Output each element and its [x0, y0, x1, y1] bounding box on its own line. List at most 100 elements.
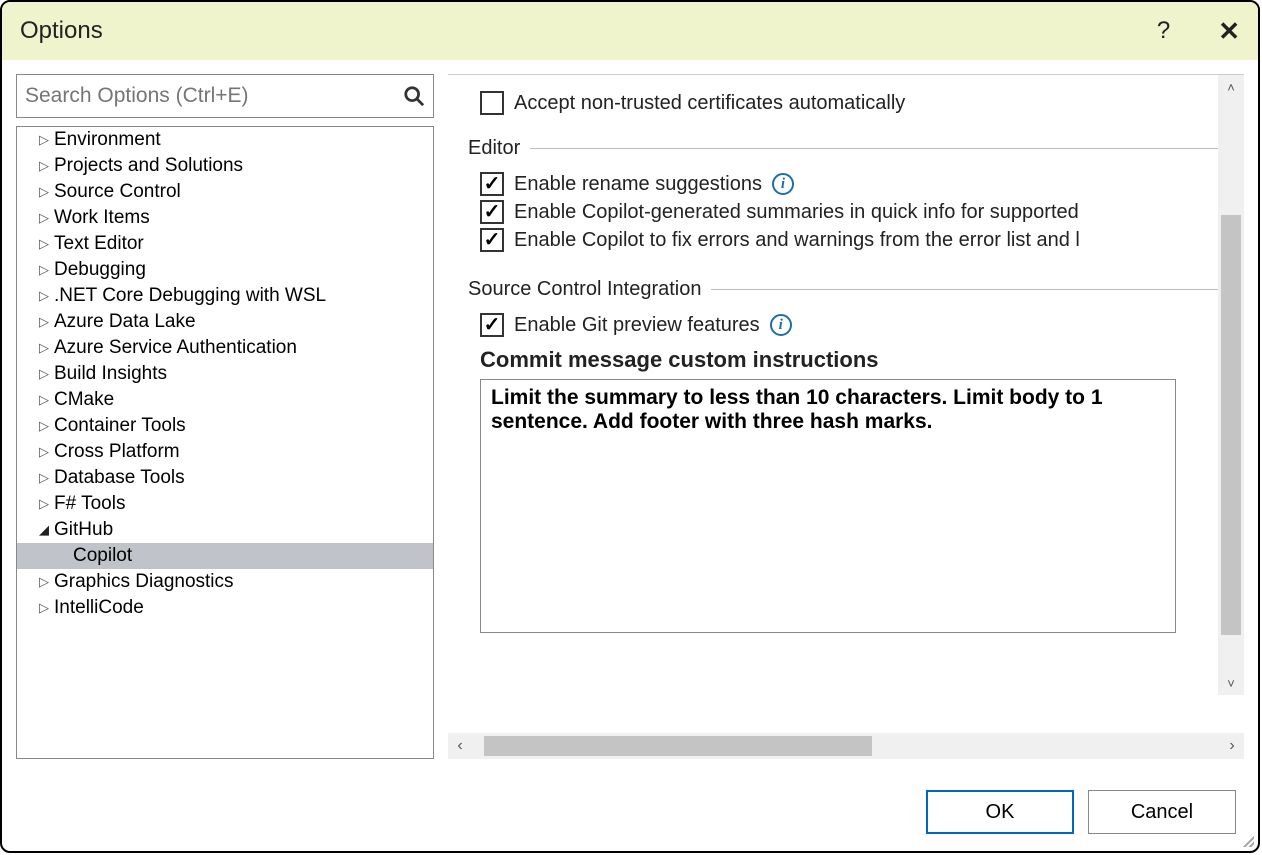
- tree-item-label: GitHub: [54, 519, 113, 541]
- accept-nontrusted-label: Accept non-trusted certificates automati…: [514, 92, 905, 115]
- right-inner: Accept non-trusted certificates automati…: [448, 75, 1244, 729]
- git-preview-label: Enable Git preview features: [514, 314, 760, 337]
- tree-item-label: IntelliCode: [54, 597, 144, 619]
- titlebar: Options ? ✕: [2, 2, 1258, 60]
- cancel-button[interactable]: Cancel: [1088, 790, 1236, 834]
- chevron-right-icon[interactable]: ▷: [39, 314, 50, 330]
- search-icon: [403, 85, 425, 107]
- scroll-right-icon[interactable]: ›: [1220, 733, 1244, 759]
- tree-item-child[interactable]: Copilot: [17, 543, 433, 569]
- chevron-right-icon[interactable]: ▷: [39, 236, 50, 252]
- left-panel: ▷Environment▷Projects and Solutions▷Sour…: [16, 74, 434, 759]
- scroll-down-icon[interactable]: ˅: [1218, 671, 1244, 695]
- commit-instructions-textarea[interactable]: [480, 379, 1176, 633]
- chevron-right-icon[interactable]: ▷: [39, 340, 50, 356]
- tree-item[interactable]: ▷Container Tools: [17, 413, 433, 439]
- ok-button[interactable]: OK: [926, 790, 1074, 834]
- tree-item-label: CMake: [54, 389, 114, 411]
- tree-item-label: Environment: [54, 129, 161, 151]
- chevron-right-icon[interactable]: ▷: [39, 184, 50, 200]
- tree-item[interactable]: ▷IntelliCode: [17, 595, 433, 621]
- tree-item-label: Azure Data Lake: [54, 311, 196, 333]
- chevron-right-icon[interactable]: ▷: [39, 418, 50, 434]
- options-tree[interactable]: ▷Environment▷Projects and Solutions▷Sour…: [16, 126, 434, 759]
- tree-item[interactable]: ▷Azure Data Lake: [17, 309, 433, 335]
- tree-item[interactable]: ◢GitHub: [17, 517, 433, 543]
- source-control-group: Source Control Integration Enable Git pr…: [468, 278, 1224, 639]
- right-panel: Accept non-trusted certificates automati…: [448, 74, 1244, 759]
- tree-item-label: F# Tools: [54, 493, 125, 515]
- chevron-right-icon[interactable]: ▷: [39, 574, 50, 590]
- tree-item[interactable]: ▷Projects and Solutions: [17, 153, 433, 179]
- editor-group: Editor Enable rename suggestions i Enabl…: [468, 137, 1224, 256]
- chevron-right-icon[interactable]: ▷: [39, 392, 50, 408]
- git-preview-row[interactable]: Enable Git preview features i: [468, 313, 1224, 337]
- chevron-down-icon[interactable]: ◢: [39, 522, 50, 538]
- fixerrors-checkbox[interactable]: [480, 228, 504, 252]
- tree-item[interactable]: ▷Source Control: [17, 179, 433, 205]
- tree-item[interactable]: ▷CMake: [17, 387, 433, 413]
- chevron-right-icon[interactable]: ▷: [39, 600, 50, 616]
- tree-item-label: Projects and Solutions: [54, 155, 243, 177]
- chevron-right-icon[interactable]: ▷: [39, 496, 50, 512]
- fixerrors-row[interactable]: Enable Copilot to fix errors and warning…: [468, 228, 1224, 252]
- chevron-right-icon[interactable]: ▷: [39, 444, 50, 460]
- chevron-right-icon[interactable]: ▷: [39, 366, 50, 382]
- horizontal-scrollbar[interactable]: ‹ ›: [448, 733, 1244, 759]
- chevron-right-icon[interactable]: ▷: [39, 470, 50, 486]
- tree-item-label: Container Tools: [54, 415, 186, 437]
- search-input[interactable]: [25, 84, 403, 108]
- resize-grip[interactable]: [1240, 833, 1254, 847]
- scroll-thumb[interactable]: [1221, 215, 1241, 635]
- summaries-label: Enable Copilot-generated summaries in qu…: [514, 201, 1079, 224]
- chevron-right-icon[interactable]: ▷: [39, 210, 50, 226]
- tree-item[interactable]: ▷F# Tools: [17, 491, 433, 517]
- accept-nontrusted-checkbox[interactable]: [480, 91, 504, 115]
- tree-item[interactable]: ▷Build Insights: [17, 361, 433, 387]
- tree-item[interactable]: ▷Cross Platform: [17, 439, 433, 465]
- right-content: Accept non-trusted certificates automati…: [448, 74, 1244, 729]
- tree-item[interactable]: ▷.NET Core Debugging with WSL: [17, 283, 433, 309]
- tree-item[interactable]: ▷Debugging: [17, 257, 433, 283]
- info-icon[interactable]: i: [770, 314, 792, 336]
- tree-item[interactable]: ▷Text Editor: [17, 231, 433, 257]
- summaries-row[interactable]: Enable Copilot-generated summaries in qu…: [468, 200, 1224, 224]
- vertical-scrollbar[interactable]: ˄ ˅: [1218, 75, 1244, 695]
- options-dialog: Options ? ✕ ▷Environment▷Projects and So…: [0, 0, 1260, 853]
- rename-row[interactable]: Enable rename suggestions i: [468, 172, 1224, 196]
- chevron-right-icon[interactable]: ▷: [39, 288, 50, 304]
- git-preview-checkbox[interactable]: [480, 313, 504, 337]
- rename-label: Enable rename suggestions: [514, 173, 762, 196]
- dialog-title: Options: [20, 17, 103, 45]
- editor-legend: Editor: [468, 137, 530, 160]
- chevron-right-icon[interactable]: ▷: [39, 262, 50, 278]
- tree-item-label: Work Items: [54, 207, 150, 229]
- tree-item[interactable]: ▷Database Tools: [17, 465, 433, 491]
- rename-checkbox[interactable]: [480, 172, 504, 196]
- tree-item-label: Azure Service Authentication: [54, 337, 297, 359]
- tree-item[interactable]: ▷Work Items: [17, 205, 433, 231]
- info-icon[interactable]: i: [772, 173, 794, 195]
- tree-item-label: Build Insights: [54, 363, 167, 385]
- scroll-thumb[interactable]: [484, 736, 872, 756]
- commit-heading: Commit message custom instructions: [480, 347, 1224, 373]
- chevron-right-icon[interactable]: ▷: [39, 132, 50, 148]
- tree-item-label: Source Control: [54, 181, 181, 203]
- search-box[interactable]: [16, 74, 434, 118]
- tree-item-label: Copilot: [73, 545, 132, 567]
- tree-item[interactable]: ▷Environment: [17, 127, 433, 153]
- scroll-up-icon[interactable]: ˄: [1218, 75, 1244, 99]
- help-icon[interactable]: ?: [1157, 17, 1170, 45]
- close-icon[interactable]: ✕: [1218, 16, 1240, 47]
- fixerrors-label: Enable Copilot to fix errors and warning…: [514, 229, 1080, 252]
- scroll-left-icon[interactable]: ‹: [448, 733, 472, 759]
- titlebar-controls: ? ✕: [1157, 16, 1240, 47]
- summaries-checkbox[interactable]: [480, 200, 504, 224]
- tree-item[interactable]: ▷Azure Service Authentication: [17, 335, 433, 361]
- chevron-right-icon[interactable]: ▷: [39, 158, 50, 174]
- tree-item[interactable]: ▷Graphics Diagnostics: [17, 569, 433, 595]
- accept-nontrusted-row[interactable]: Accept non-trusted certificates automati…: [468, 91, 1224, 115]
- dialog-footer: OK Cancel: [2, 773, 1258, 851]
- tree-item-label: .NET Core Debugging with WSL: [54, 285, 326, 307]
- source-control-legend: Source Control Integration: [468, 278, 711, 301]
